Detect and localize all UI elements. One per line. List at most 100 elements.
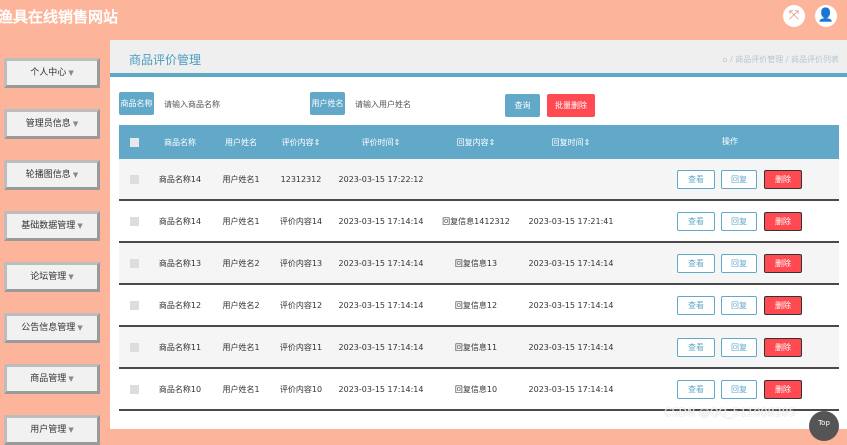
sidebar-item-products[interactable]: 商品管理 ▼ <box>4 364 100 394</box>
reply-button[interactable]: 回复 <box>721 170 757 189</box>
delete-button[interactable]: 删除 <box>764 380 802 399</box>
cell-user: 用户姓名1 <box>222 174 260 184</box>
cell-user: 用户姓名1 <box>222 216 260 226</box>
reviews-table: 商品名称 用户姓名 评价内容⇕ 评价时间⇕ 回复内容⇕ 回复时间⇕ 操作 商品名… <box>119 125 839 411</box>
select-all-checkbox[interactable] <box>129 137 139 147</box>
sidebar-item-personal-center[interactable]: 个人中心 ▼ <box>4 58 100 88</box>
cell-user: 用户姓名1 <box>222 384 260 394</box>
user-icon[interactable]: 👤 <box>815 5 837 27</box>
row-checkbox[interactable] <box>129 300 139 310</box>
page-title: 商品评价管理 <box>129 53 202 67</box>
view-button[interactable]: 查看 <box>677 338 715 357</box>
sidebar-item-announcement[interactable]: 公告信息管理 ▼ <box>4 313 100 343</box>
sidebar-item-label: 管理员信息 <box>25 119 71 129</box>
chevron-down-icon: ▼ <box>77 324 83 332</box>
product-name-input[interactable] <box>162 92 286 117</box>
view-button[interactable]: 查看 <box>677 296 715 315</box>
cell-content: 评价内容13 <box>279 258 323 268</box>
sort-icon[interactable]: ⇕ <box>314 138 321 147</box>
chevron-down-icon: ▼ <box>72 120 79 128</box>
reply-button[interactable]: 回复 <box>721 254 757 273</box>
column-header[interactable]: 评价时间⇕ <box>331 137 431 148</box>
sidebar-item-label: 轮播图信息 <box>25 170 71 180</box>
sidebar-item-forum[interactable]: 论坛管理 ▼ <box>4 262 100 292</box>
delete-button[interactable]: 删除 <box>764 170 802 189</box>
cell-product: 商品名称14 <box>158 174 202 184</box>
row-checkbox[interactable] <box>129 384 139 394</box>
reply-button[interactable]: 回复 <box>721 212 757 231</box>
reply-button[interactable]: 回复 <box>721 380 757 399</box>
cell-reply-time: 2023-03-15 17:14:14 <box>528 384 614 394</box>
table-row: 商品名称12 用户姓名2 评价内容12 2023-03-15 17:14:14 … <box>119 285 839 327</box>
column-header: 操作 <box>722 137 738 146</box>
delete-button[interactable]: 删除 <box>764 212 802 231</box>
cell-time: 2023-03-15 17:14:14 <box>338 384 424 394</box>
column-header[interactable]: 商品名称 <box>149 137 211 148</box>
sidebar-item-label: 个人中心 <box>30 68 67 78</box>
column-header[interactable]: 评价内容⇕ <box>271 137 331 148</box>
watermark: CSDN @QQ_511008285 <box>664 406 796 419</box>
sort-icon[interactable]: ⇕ <box>394 138 401 147</box>
page-header: 商品评价管理 ⌂ / 商品评价管理 / 商品评价列表 <box>110 40 847 77</box>
column-header[interactable]: 用户姓名 <box>211 137 271 148</box>
query-button[interactable]: 查询 <box>505 94 540 117</box>
view-button[interactable]: 查看 <box>677 254 715 273</box>
sidebar: 个人中心 ▼ 管理员信息 ▼ 轮播图信息 ▼ 基础数据管理 ▼ 论坛管理 ▼ 公告信息管理… <box>0 40 110 445</box>
sort-icon[interactable]: ⇕ <box>489 138 496 147</box>
sort-icon[interactable]: ⇕ <box>584 138 591 147</box>
cell-time: 2023-03-15 17:14:14 <box>338 258 424 268</box>
reply-button[interactable]: 回复 <box>721 338 757 357</box>
row-checkbox[interactable] <box>129 216 139 226</box>
sidebar-item-carousel-info[interactable]: 轮播图信息 ▼ <box>4 160 100 190</box>
cell-content: 评价内容12 <box>279 300 323 310</box>
view-button[interactable]: 查看 <box>677 212 715 231</box>
breadcrumb-separator: / <box>785 55 789 64</box>
column-header[interactable]: 回复内容⇕ <box>431 137 521 148</box>
home-icon[interactable]: ⌂ <box>722 55 727 64</box>
site-title: 渔具在线销售网站 <box>0 8 119 26</box>
cell-reply: 回复信息10 <box>454 384 498 394</box>
back-to-top-button[interactable]: Top <box>809 411 839 441</box>
delete-button[interactable]: 删除 <box>764 254 802 273</box>
row-checkbox[interactable] <box>129 174 139 184</box>
cell-time: 2023-03-15 17:14:14 <box>338 216 424 226</box>
product-name-label: 商品名称 <box>119 92 154 115</box>
cell-reply: 回复信息1412312 <box>442 216 510 226</box>
cell-content: 12312312 <box>280 174 322 184</box>
fullscreen-icon[interactable]: ⤧ <box>783 5 805 27</box>
cell-time: 2023-03-15 17:14:14 <box>338 300 424 310</box>
row-checkbox[interactable] <box>129 258 139 268</box>
table-row: 商品名称13 用户姓名2 评价内容13 2023-03-15 17:14:14 … <box>119 243 839 285</box>
column-header[interactable]: 回复时间⇕ <box>521 137 621 148</box>
user-name-input[interactable] <box>353 92 477 117</box>
batch-delete-button[interactable]: 批量删除 <box>547 94 595 117</box>
cell-product: 商品名称13 <box>158 258 202 268</box>
chevron-down-icon: ▼ <box>72 171 79 179</box>
top-bar: 渔具在线销售网站 ⤧ 👤 <box>0 0 847 40</box>
view-button[interactable]: 查看 <box>677 380 715 399</box>
row-checkbox[interactable] <box>129 342 139 352</box>
view-button[interactable]: 查看 <box>677 170 715 189</box>
sidebar-item-label: 用户管理 <box>30 425 67 435</box>
cell-content: 评价内容14 <box>279 216 323 226</box>
cell-reply-time: 2023-03-15 17:14:14 <box>528 300 614 310</box>
breadcrumb-level2: 商品评价列表 <box>791 55 839 64</box>
delete-button[interactable]: 删除 <box>764 296 802 315</box>
chevron-down-icon: ▼ <box>68 426 74 434</box>
table-row: 商品名称14 用户姓名1 评价内容14 2023-03-15 17:14:14 … <box>119 201 839 243</box>
cell-user: 用户姓名1 <box>222 342 260 352</box>
table-header: 商品名称 用户姓名 评价内容⇕ 评价时间⇕ 回复内容⇕ 回复时间⇕ 操作 <box>119 125 839 159</box>
cell-reply: 回复信息11 <box>454 342 498 352</box>
cell-product: 商品名称11 <box>158 342 202 352</box>
sidebar-item-label: 论坛管理 <box>30 272 67 282</box>
sidebar-item-users[interactable]: 用户管理 ▼ <box>4 415 100 445</box>
cell-reply-time: 2023-03-15 17:14:14 <box>528 342 614 352</box>
sidebar-item-label: 公告信息管理 <box>21 323 76 333</box>
reply-button[interactable]: 回复 <box>721 296 757 315</box>
sidebar-item-label: 基础数据管理 <box>21 221 76 231</box>
delete-button[interactable]: 删除 <box>764 338 802 357</box>
sidebar-item-basic-data[interactable]: 基础数据管理 ▼ <box>4 211 100 241</box>
table-row: 商品名称10 用户姓名1 评价内容10 2023-03-15 17:14:14 … <box>119 369 839 411</box>
breadcrumb-level1[interactable]: 商品评价管理 <box>735 55 783 64</box>
sidebar-item-admin-info[interactable]: 管理员信息 ▼ <box>4 109 100 139</box>
